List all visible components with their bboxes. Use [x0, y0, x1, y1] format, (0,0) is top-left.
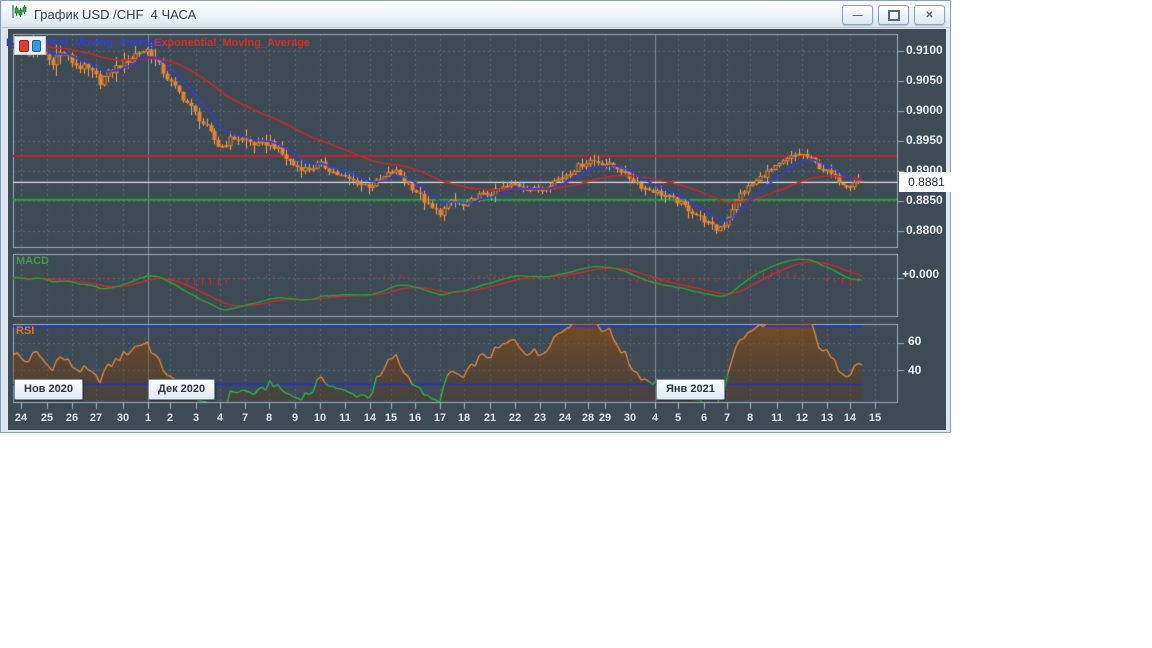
time-tick-label: 12: [795, 412, 809, 424]
window-title: График USD /CHF 4 ЧАСА: [34, 6, 197, 22]
time-tick-label: 25: [40, 412, 54, 424]
time-tick-label: 2: [166, 412, 174, 424]
time-tick-label: 13: [820, 412, 834, 424]
time-tick-label: 10: [313, 412, 327, 424]
maximize-button[interactable]: [878, 5, 909, 25]
time-tick-label: 24: [14, 412, 28, 424]
price-label: 0.8850: [906, 193, 943, 207]
time-tick-label: 16: [408, 412, 422, 424]
time-tick-label: 3: [192, 412, 200, 424]
month-marker-box: Дек 2020: [148, 379, 216, 400]
time-tick-label: 21: [483, 412, 497, 424]
price-label: 0.9100: [906, 43, 943, 57]
ema-slow-legend-label: Exponential_Moving_Average: [154, 37, 311, 49]
price-label: 0.8950: [906, 133, 943, 147]
price-label: 0.9000: [906, 103, 943, 117]
macd-panel-label: MACD: [16, 255, 49, 267]
time-tick-label: 8: [746, 412, 754, 424]
chart-area: Exponential_Moving_Average Exponential_M…: [6, 29, 954, 430]
time-tick-label: 8: [265, 412, 273, 424]
time-tick-label: 4: [651, 412, 659, 424]
candlestick-chart-icon: [12, 4, 27, 24]
time-tick-label: 26: [65, 412, 79, 424]
time-tick-label: 15: [868, 412, 882, 424]
month-marker-box: Янв 2021: [656, 379, 725, 400]
chart-canvas[interactable]: [8, 29, 946, 430]
time-tick-label: 6: [700, 412, 708, 424]
price-label: 0.9050: [906, 73, 943, 87]
time-tick-label: 15: [384, 412, 398, 424]
rsi-tick-label: 60: [908, 334, 922, 348]
minimize-button[interactable]: —: [842, 5, 873, 25]
current-price-badge: 0.8881: [899, 172, 954, 192]
time-tick-label: 23: [533, 412, 547, 424]
rsi-tick-label: 40: [908, 363, 922, 377]
time-tick-label: 30: [623, 412, 637, 424]
time-tick-label: 7: [241, 412, 249, 424]
time-tick-label: 18: [457, 412, 471, 424]
red-series-swatch-icon: [19, 39, 29, 52]
month-marker-box: Нов 2020: [14, 379, 83, 400]
blue-series-swatch-icon: [31, 39, 41, 52]
time-tick-label: 11: [771, 412, 783, 424]
close-icon: ✕: [925, 9, 934, 21]
close-button[interactable]: ✕: [914, 5, 945, 25]
time-tick-label: 17: [433, 412, 447, 424]
time-tick-label: 30: [116, 412, 130, 424]
time-tick-label: 22: [508, 412, 522, 424]
time-tick-label: 14: [363, 412, 377, 424]
window-controls: — ✕: [842, 5, 945, 25]
time-tick-label: 24: [558, 412, 572, 424]
time-tick-label: 7: [723, 412, 731, 424]
time-tick-label: 27: [89, 412, 103, 424]
legend-color-swatches[interactable]: [14, 36, 46, 55]
time-tick-label: 1: [144, 412, 152, 424]
price-label: 0.8800: [906, 223, 943, 237]
time-tick-label: 11: [339, 412, 351, 424]
time-tick-label: 14: [843, 412, 857, 424]
time-tick-label: 28: [581, 412, 595, 424]
page-background: График USD /CHF 4 ЧАСА — ✕ Exponential_M…: [0, 0, 1152, 648]
minimize-icon: —: [852, 9, 863, 21]
macd-axis-value: +0.000: [902, 267, 940, 281]
maximize-icon: [887, 9, 900, 21]
app-window: График USD /CHF 4 ЧАСА — ✕ Exponential_M…: [0, 0, 954, 433]
time-tick-label: 29: [598, 412, 612, 424]
time-tick-label: 4: [216, 412, 224, 424]
rsi-panel-label: RSI: [16, 325, 35, 337]
time-tick-label: 9: [291, 412, 299, 424]
time-tick-label: 5: [674, 412, 682, 424]
window-titlebar[interactable]: График USD /CHF 4 ЧАСА: [2, 1, 950, 28]
